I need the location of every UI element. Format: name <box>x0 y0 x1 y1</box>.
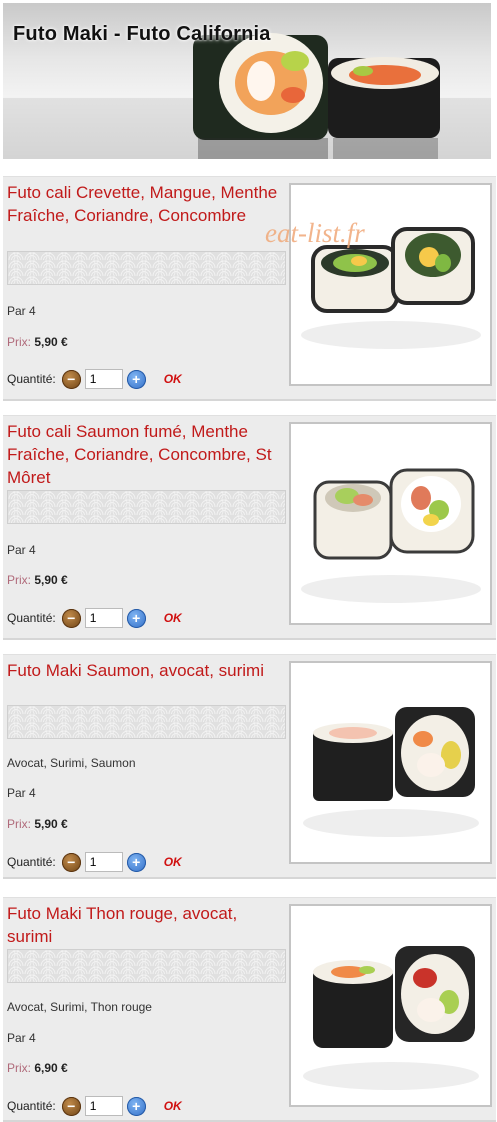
product-image[interactable] <box>289 422 492 625</box>
quantity-row: Quantité: − + OK <box>7 607 182 629</box>
quantity-row: Quantité: − + OK <box>7 368 182 390</box>
product-image[interactable] <box>289 661 492 864</box>
decrease-quantity-button[interactable]: − <box>61 608 81 628</box>
decrease-quantity-button[interactable]: − <box>61 852 81 872</box>
product-name: Futo Maki Thon rouge, avocat, surimi <box>7 904 238 946</box>
product-portion: Par 4 <box>7 543 36 557</box>
decrease-quantity-button[interactable]: − <box>61 1096 81 1116</box>
increase-quantity-button[interactable]: + <box>126 369 146 389</box>
price-label: Prix: <box>7 817 31 831</box>
decorative-wave-pattern <box>7 251 286 285</box>
add-to-cart-button[interactable]: OK <box>164 1099 182 1113</box>
price-label: Prix: <box>7 573 31 587</box>
price-value: 5,90 € <box>34 817 68 831</box>
add-to-cart-button[interactable]: OK <box>164 611 182 625</box>
add-to-cart-button[interactable]: OK <box>164 855 182 869</box>
quantity-label: Quantité: <box>7 855 56 869</box>
price-value: 5,90 € <box>34 573 68 587</box>
decorative-wave-pattern <box>7 705 286 739</box>
product-portion: Par 4 <box>7 304 36 318</box>
sushi-roll-icon <box>303 946 479 1090</box>
card-divider <box>3 399 496 401</box>
price-value: 6,90 € <box>34 1061 68 1075</box>
quantity-label: Quantité: <box>7 611 56 625</box>
product-name: Futo Maki Saumon, avocat, surimi <box>7 661 264 680</box>
quantity-label: Quantité: <box>7 372 56 386</box>
decorative-wave-pattern <box>7 949 286 983</box>
product-card: Futo cali Crevette, Mangue, Menthe Fraîc… <box>3 176 496 401</box>
add-to-cart-button[interactable]: OK <box>164 372 182 386</box>
product-name: Futo cali Crevette, Mangue, Menthe Fraîc… <box>7 183 278 225</box>
sushi-roll-icon <box>301 468 481 603</box>
price-label: Prix: <box>7 335 31 349</box>
product-price: Prix: 6,90 € <box>7 1061 68 1075</box>
quantity-row: Quantité: − + OK <box>7 851 182 873</box>
quantity-input[interactable] <box>84 1096 123 1116</box>
sushi-roll-icon <box>301 227 481 349</box>
price-value: 5,90 € <box>34 335 68 349</box>
product-price: Prix: 5,90 € <box>7 573 68 587</box>
product-card: Futo Maki Saumon, avocat, surimi Avocat,… <box>3 654 496 879</box>
product-price: Prix: 5,90 € <box>7 335 68 349</box>
product-name: Futo cali Saumon fumé, Menthe Fraîche, C… <box>7 422 272 487</box>
quantity-row: Quantité: − + OK <box>7 1095 182 1117</box>
category-title: Futo Maki - Futo California <box>13 23 271 45</box>
product-portion: Par 4 <box>7 1031 36 1045</box>
quantity-input[interactable] <box>84 608 123 628</box>
increase-quantity-button[interactable]: + <box>126 608 146 628</box>
quantity-input[interactable] <box>84 369 123 389</box>
category-banner: Futo Maki - Futo California <box>3 3 491 159</box>
product-image[interactable] <box>289 904 492 1107</box>
increase-quantity-button[interactable]: + <box>126 852 146 872</box>
product-description: Avocat, Surimi, Saumon <box>7 756 136 770</box>
watermark-text: eat-list.fr <box>265 218 365 248</box>
decrease-quantity-button[interactable]: − <box>61 369 81 389</box>
product-portion: Par 4 <box>7 786 36 800</box>
quantity-label: Quantité: <box>7 1099 56 1113</box>
card-divider <box>3 877 496 879</box>
quantity-input[interactable] <box>84 852 123 872</box>
product-image[interactable] <box>289 183 492 386</box>
product-description: Avocat, Surimi, Thon rouge <box>7 1000 152 1014</box>
product-card: Futo Maki Thon rouge, avocat, surimi Avo… <box>3 897 496 1122</box>
price-label: Prix: <box>7 1061 31 1075</box>
product-price: Prix: 5,90 € <box>7 817 68 831</box>
decorative-wave-pattern <box>7 490 286 524</box>
increase-quantity-button[interactable]: + <box>126 1096 146 1116</box>
sushi-roll-icon <box>303 707 479 837</box>
product-card: Futo cali Saumon fumé, Menthe Fraîche, C… <box>3 415 496 640</box>
card-divider <box>3 638 496 640</box>
